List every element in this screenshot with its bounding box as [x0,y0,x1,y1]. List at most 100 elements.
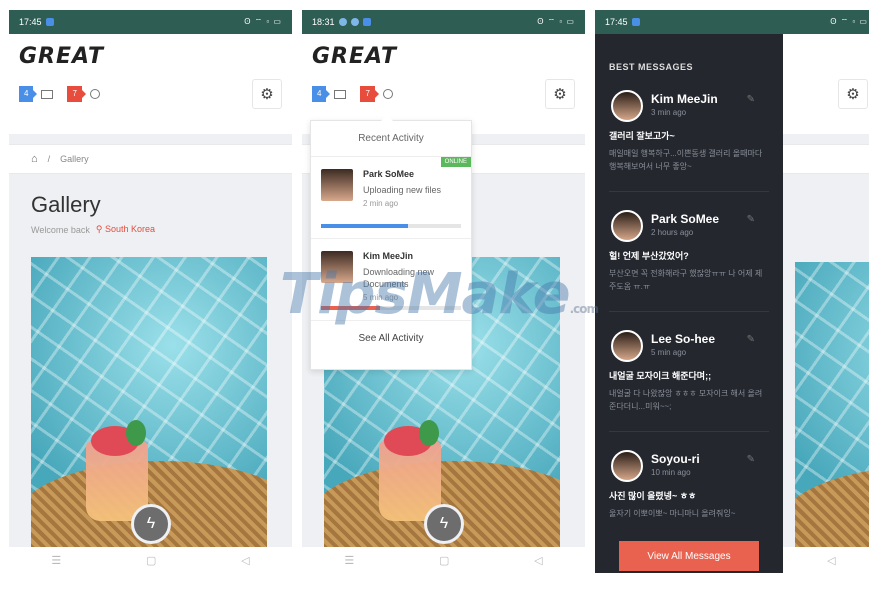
welcome-text: Welcome back [31,224,90,235]
menu-nav-icon[interactable]: ☰ [344,554,354,567]
message-time: 3 min ago [651,108,687,117]
messages-header: BEST MESSAGES [609,62,694,72]
welcome-line: Welcome back ⚲ South Korea [31,224,270,235]
alert-count-badge[interactable]: 7 [67,86,87,102]
location-pin-icon: ⚲ [95,224,103,234]
progress-bar [321,224,461,228]
alert-count-badge[interactable]: 7 [360,86,380,102]
phone-messages: 17:45 ʘ ⌔ ▫ ▭ ⚙ ☰ ▢ ◁ BEST MESSAGES Kim … [595,10,869,573]
page-title: Gallery [31,192,101,217]
message-time: 2 hours ago [651,228,694,237]
message-item[interactable]: Park SoMee 2 hours ago ✎ 헐! 언제 부산갔었어? 부산… [609,192,769,312]
message-body: 부산오면 꼭 전화해라구 했잖앙ㅠㅠ 나 어제 제주도옴 ㅠ.ㅠ [609,269,763,291]
back-nav-icon[interactable]: ◁ [827,554,835,567]
home-nav-icon[interactable]: ▢ [146,554,156,567]
activity-name: Park SoMee [363,169,415,179]
message-body: 울자기 이뽀이뽀~ 마니마니 올려줘잉~ [609,509,736,518]
back-nav-icon[interactable]: ◁ [534,554,542,567]
photo-straw-mat [795,466,869,556]
app-notification-icon [338,18,347,26]
clock-icon[interactable] [89,89,100,99]
activity-time: 5 min ago [363,293,399,302]
message-subject: 갤러리 잘보고가~ [609,131,675,141]
quick-action-button[interactable]: ϟ [131,504,171,544]
avatar [611,450,643,482]
location-link[interactable]: ⚲ South Korea [96,224,155,235]
avatar [321,169,353,201]
message-item[interactable]: Lee So-hee 5 min ago ✎ 내얼굴 모자이크 해준다며;; 내… [609,312,769,432]
message-time: 10 min ago [651,468,691,477]
photo-mint [419,420,439,446]
mail-count-badge[interactable]: 4 [19,86,39,102]
system-nav-bar: ☰ ▢ ◁ [302,547,585,573]
settings-button[interactable]: ⚙ [252,79,282,109]
message-subject: 헐! 언제 부산갔었어? [609,251,689,261]
messages-panel: BEST MESSAGES Kim MeeJin 3 min ago ✎ 갤러리… [595,34,783,573]
activity-name: Kim MeeJin [363,251,414,261]
photo-mint [126,420,146,446]
notification-row: 4 7 [312,86,393,102]
phone-activity: 18:31 ʘ ⌔ ▫ ▭ GREAT 4 7 ⚙ ⌂ / Gallery Ga… [302,10,585,573]
menu-nav-icon[interactable]: ☰ [51,554,61,567]
app-header: GREAT 4 7 ⚙ [9,34,292,134]
status-indicators: ʘ ⌔ ▫ ▭ [244,17,282,26]
recent-activity-dropdown: Recent Activity ONLINE Park SoMee Upload… [310,115,472,370]
notification-row: 4 7 [19,86,100,102]
message-body: 내얼굴 다 나왔잖앙 ㅎㅎㅎ 모자이크 해서 올려준다더니...미워~~; [609,389,763,411]
online-tag: ONLINE [440,157,471,167]
see-all-activity-link[interactable]: See All Activity [311,321,471,344]
gallery-photo[interactable] [795,262,869,556]
mail-count-badge[interactable]: 4 [312,86,332,102]
activity-text: Downloading new Documents [363,267,435,289]
home-nav-icon[interactable]: ▢ [439,554,449,567]
mail-icon[interactable] [334,89,347,99]
status-indicators: ʘ ⌔ ▫ ▭ [537,17,575,26]
avatar [611,330,643,362]
gear-icon: ⚙ [260,86,274,103]
avatar [611,210,643,242]
notification-icon [45,18,54,26]
app-logo[interactable]: GREAT [312,44,575,69]
status-bar: 17:45 ʘ ⌔ ▫ ▭ [9,10,292,34]
status-indicators: ʘ ⌔ ▫ ▭ [830,17,868,26]
message-time: 5 min ago [651,348,687,357]
location-text: South Korea [104,224,156,234]
view-all-messages-button[interactable]: View All Messages [619,541,759,571]
breadcrumb-current: Gallery [60,154,89,164]
mail-icon[interactable] [41,89,54,99]
phone-gallery: 17:45 ʘ ⌔ ▫ ▭ GREAT 4 7 ⚙ ⌂ / Gallery Ga… [9,10,292,573]
pin-icon[interactable]: ✎ [747,214,755,225]
activity-item[interactable]: Kim MeeJin Downloading new Documents 5 m… [311,239,471,321]
activity-time: 2 min ago [363,199,399,208]
message-subject: 내얼굴 모자이크 해준다며;; [609,371,712,381]
screenshot-stage: 17:45 ʘ ⌔ ▫ ▭ GREAT 4 7 ⚙ ⌂ / Gallery Ga… [0,0,869,595]
app-logo[interactable]: GREAT [19,44,282,69]
status-bar: 18:31 ʘ ⌔ ▫ ▭ [302,10,585,34]
message-subject: 사진 많이 올렸넹~ ㅎㅎ [609,491,697,501]
activity-text: Uploading new files [363,185,442,195]
home-icon[interactable]: ⌂ [31,153,38,165]
pin-icon[interactable]: ✎ [747,334,755,345]
progress-fill [321,306,380,310]
status-bar: 17:45 ʘ ⌔ ▫ ▭ [595,10,869,34]
message-item[interactable]: Soyou-ri 10 min ago ✎ 사진 많이 올렸넹~ ㅎㅎ 울자기 … [609,432,769,552]
pin-icon[interactable]: ✎ [747,454,755,465]
message-item[interactable]: Kim MeeJin 3 min ago ✎ 갤러리 잘보고가~ 매일매일 행복… [609,72,769,192]
settings-button[interactable]: ⚙ [545,79,575,109]
settings-button[interactable]: ⚙ [838,79,868,109]
clock-icon[interactable] [382,89,393,99]
dropdown-title: Recent Activity [311,121,471,157]
progress-bar [321,306,461,310]
pin-icon[interactable]: ✎ [747,94,755,105]
back-nav-icon[interactable]: ◁ [241,554,249,567]
activity-item[interactable]: ONLINE Park SoMee Uploading new files 2 … [311,157,471,239]
gear-icon: ⚙ [553,86,567,103]
breadcrumb: ⌂ / Gallery [9,144,292,174]
chat-notification-icon [350,18,359,26]
status-time: 17:45 [605,17,628,27]
bolt-icon: ϟ [146,515,156,532]
quick-action-button[interactable]: ϟ [424,504,464,544]
status-time: 17:45 [19,17,42,27]
system-nav-bar: ☰ ▢ ◁ [9,547,292,573]
status-time: 18:31 [312,17,335,27]
